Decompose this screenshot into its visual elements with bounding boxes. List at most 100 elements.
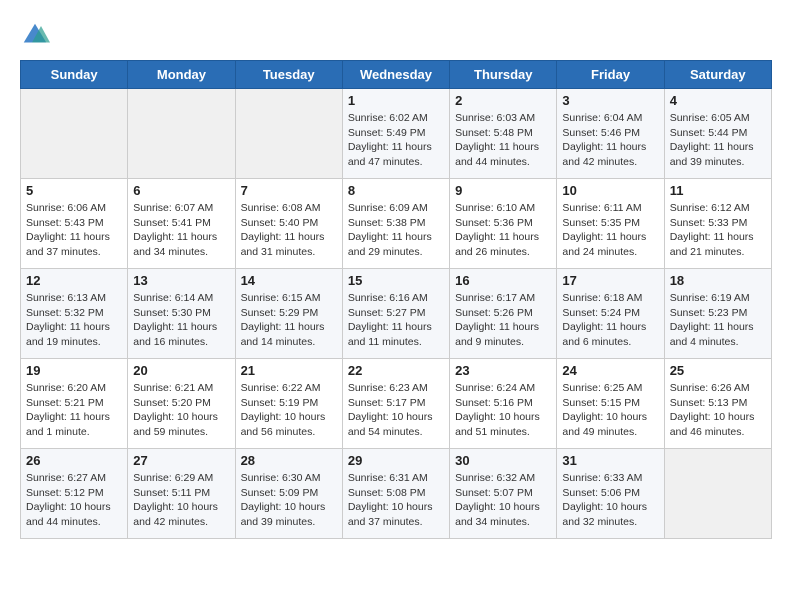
calendar-cell: 9Sunrise: 6:10 AMSunset: 5:36 PMDaylight…	[450, 179, 557, 269]
day-number: 20	[133, 363, 229, 378]
day-info: Sunrise: 6:08 AMSunset: 5:40 PMDaylight:…	[241, 201, 337, 260]
calendar-cell: 17Sunrise: 6:18 AMSunset: 5:24 PMDayligh…	[557, 269, 664, 359]
day-info: Sunrise: 6:05 AMSunset: 5:44 PMDaylight:…	[670, 111, 766, 170]
calendar-cell	[128, 89, 235, 179]
calendar-cell: 1 Sunrise: 6:02 AMSunset: 5:49 PMDaylight…	[342, 89, 449, 179]
day-number: 1	[348, 93, 444, 108]
day-number: 18	[670, 273, 766, 288]
calendar-cell: 8Sunrise: 6:09 AMSunset: 5:38 PMDaylight…	[342, 179, 449, 269]
day-info: Sunrise: 6:11 AMSunset: 5:35 PMDaylight:…	[562, 201, 658, 260]
day-info: Sunrise: 6:06 AMSunset: 5:43 PMDaylight:…	[26, 201, 122, 260]
weekday-header-wednesday: Wednesday	[342, 61, 449, 89]
day-info: Sunrise: 6:27 AMSunset: 5:12 PMDaylight:…	[26, 471, 122, 530]
day-number: 21	[241, 363, 337, 378]
calendar-cell: 28Sunrise: 6:30 AMSunset: 5:09 PMDayligh…	[235, 449, 342, 539]
week-row-4: 26Sunrise: 6:27 AMSunset: 5:12 PMDayligh…	[21, 449, 772, 539]
calendar-cell: 30 Sunrise: 6:32 AMSunset: 5:07 PMDayligh…	[450, 449, 557, 539]
day-info: Sunrise: 6:22 AMSunset: 5:19 PMDaylight:…	[241, 381, 337, 440]
calendar-cell: 7 Sunrise: 6:08 AMSunset: 5:40 PMDaylight…	[235, 179, 342, 269]
day-info: Sunrise: 6:02 AMSunset: 5:49 PMDaylight:…	[348, 111, 444, 170]
day-number: 19	[26, 363, 122, 378]
day-info: Sunrise: 6:31 AMSunset: 5:08 PMDaylight:…	[348, 471, 444, 530]
day-number: 3	[562, 93, 658, 108]
day-number: 5	[26, 183, 122, 198]
logo	[20, 20, 54, 50]
day-info: Sunrise: 6:21 AMSunset: 5:20 PMDaylight:…	[133, 381, 229, 440]
weekday-header-tuesday: Tuesday	[235, 61, 342, 89]
day-number: 30	[455, 453, 551, 468]
weekday-header-monday: Monday	[128, 61, 235, 89]
day-info: Sunrise: 6:23 AMSunset: 5:17 PMDaylight:…	[348, 381, 444, 440]
calendar-cell: 26Sunrise: 6:27 AMSunset: 5:12 PMDayligh…	[21, 449, 128, 539]
calendar-cell: 31 Sunrise: 6:33 AMSunset: 5:06 PMDayligh…	[557, 449, 664, 539]
weekday-header-friday: Friday	[557, 61, 664, 89]
day-info: Sunrise: 6:10 AMSunset: 5:36 PMDaylight:…	[455, 201, 551, 260]
day-number: 4	[670, 93, 766, 108]
calendar-cell: 25 Sunrise: 6:26 AMSunset: 5:13 PMDayligh…	[664, 359, 771, 449]
calendar-cell: 29 Sunrise: 6:31 AMSunset: 5:08 PMDayligh…	[342, 449, 449, 539]
calendar-cell: 6 Sunrise: 6:07 AMSunset: 5:41 PMDaylight…	[128, 179, 235, 269]
week-row-1: 5 Sunrise: 6:06 AMSunset: 5:43 PMDaylight…	[21, 179, 772, 269]
week-row-3: 19 Sunrise: 6:20 AMSunset: 5:21 PMDayligh…	[21, 359, 772, 449]
day-number: 15	[348, 273, 444, 288]
day-number: 8	[348, 183, 444, 198]
day-info: Sunrise: 6:14 AMSunset: 5:30 PMDaylight:…	[133, 291, 229, 350]
day-info: Sunrise: 6:33 AMSunset: 5:06 PMDaylight:…	[562, 471, 658, 530]
day-info: Sunrise: 6:26 AMSunset: 5:13 PMDaylight:…	[670, 381, 766, 440]
day-info: Sunrise: 6:24 AMSunset: 5:16 PMDaylight:…	[455, 381, 551, 440]
calendar-cell: 3Sunrise: 6:04 AMSunset: 5:46 PMDaylight…	[557, 89, 664, 179]
calendar-cell: 27 Sunrise: 6:29 AMSunset: 5:11 PMDayligh…	[128, 449, 235, 539]
calendar-table: SundayMondayTuesdayWednesdayThursdayFrid…	[20, 60, 772, 539]
calendar-cell	[21, 89, 128, 179]
day-number: 24	[562, 363, 658, 378]
calendar-cell: 5 Sunrise: 6:06 AMSunset: 5:43 PMDaylight…	[21, 179, 128, 269]
day-number: 10	[562, 183, 658, 198]
calendar-cell: 16 Sunrise: 6:17 AMSunset: 5:26 PMDayligh…	[450, 269, 557, 359]
day-info: Sunrise: 6:07 AMSunset: 5:41 PMDaylight:…	[133, 201, 229, 260]
day-number: 17	[562, 273, 658, 288]
day-info: Sunrise: 6:32 AMSunset: 5:07 PMDaylight:…	[455, 471, 551, 530]
weekday-header-saturday: Saturday	[664, 61, 771, 89]
day-number: 2	[455, 93, 551, 108]
day-number: 11	[670, 183, 766, 198]
calendar-cell: 14 Sunrise: 6:15 AMSunset: 5:29 PMDayligh…	[235, 269, 342, 359]
week-row-0: 1 Sunrise: 6:02 AMSunset: 5:49 PMDaylight…	[21, 89, 772, 179]
day-number: 27	[133, 453, 229, 468]
day-info: Sunrise: 6:13 AMSunset: 5:32 PMDaylight:…	[26, 291, 122, 350]
day-info: Sunrise: 6:19 AMSunset: 5:23 PMDaylight:…	[670, 291, 766, 350]
calendar-cell	[235, 89, 342, 179]
calendar-cell: 15Sunrise: 6:16 AMSunset: 5:27 PMDayligh…	[342, 269, 449, 359]
calendar-cell: 12Sunrise: 6:13 AMSunset: 5:32 PMDayligh…	[21, 269, 128, 359]
day-number: 7	[241, 183, 337, 198]
calendar-cell: 10 Sunrise: 6:11 AMSunset: 5:35 PMDayligh…	[557, 179, 664, 269]
calendar-cell	[664, 449, 771, 539]
weekday-header-thursday: Thursday	[450, 61, 557, 89]
day-info: Sunrise: 6:03 AMSunset: 5:48 PMDaylight:…	[455, 111, 551, 170]
calendar-cell: 19 Sunrise: 6:20 AMSunset: 5:21 PMDayligh…	[21, 359, 128, 449]
day-number: 13	[133, 273, 229, 288]
calendar-cell: 13 Sunrise: 6:14 AMSunset: 5:30 PMDayligh…	[128, 269, 235, 359]
day-info: Sunrise: 6:20 AMSunset: 5:21 PMDaylight:…	[26, 381, 122, 440]
day-info: Sunrise: 6:12 AMSunset: 5:33 PMDaylight:…	[670, 201, 766, 260]
day-number: 6	[133, 183, 229, 198]
day-number: 22	[348, 363, 444, 378]
calendar-cell: 18 Sunrise: 6:19 AMSunset: 5:23 PMDayligh…	[664, 269, 771, 359]
day-info: Sunrise: 6:29 AMSunset: 5:11 PMDaylight:…	[133, 471, 229, 530]
logo-icon	[20, 20, 50, 50]
weekday-header-sunday: Sunday	[21, 61, 128, 89]
day-number: 14	[241, 273, 337, 288]
calendar-cell: 21 Sunrise: 6:22 AMSunset: 5:19 PMDayligh…	[235, 359, 342, 449]
week-row-2: 12Sunrise: 6:13 AMSunset: 5:32 PMDayligh…	[21, 269, 772, 359]
day-info: Sunrise: 6:17 AMSunset: 5:26 PMDaylight:…	[455, 291, 551, 350]
calendar-cell: 2 Sunrise: 6:03 AMSunset: 5:48 PMDaylight…	[450, 89, 557, 179]
calendar-cell: 24Sunrise: 6:25 AMSunset: 5:15 PMDayligh…	[557, 359, 664, 449]
page-header	[20, 20, 772, 50]
day-number: 31	[562, 453, 658, 468]
day-number: 25	[670, 363, 766, 378]
calendar-cell: 4 Sunrise: 6:05 AMSunset: 5:44 PMDaylight…	[664, 89, 771, 179]
day-number: 29	[348, 453, 444, 468]
day-info: Sunrise: 6:15 AMSunset: 5:29 PMDaylight:…	[241, 291, 337, 350]
weekday-header-row: SundayMondayTuesdayWednesdayThursdayFrid…	[21, 61, 772, 89]
day-number: 16	[455, 273, 551, 288]
day-number: 23	[455, 363, 551, 378]
